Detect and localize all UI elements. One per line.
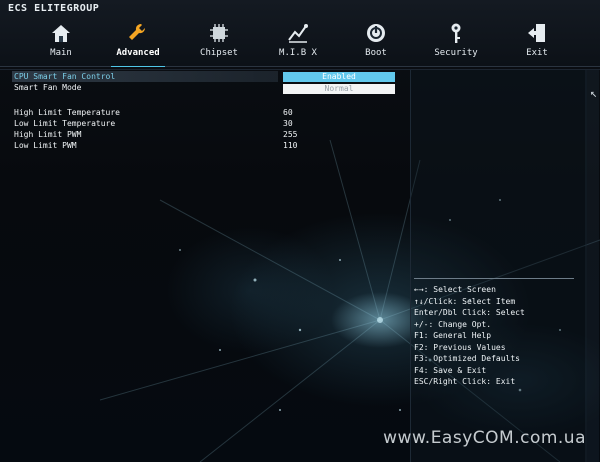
- help-line: +/-: Change Opt.: [414, 319, 492, 329]
- low-limit-pwm-value[interactable]: 110: [283, 141, 297, 151]
- low-limit-temperature-value[interactable]: 30: [283, 119, 293, 129]
- graph-icon: [288, 24, 308, 43]
- cpu-smart-fan-control-value[interactable]: Enabled: [283, 72, 395, 82]
- help-line: ←→: Select Screen: [414, 285, 496, 294]
- help-line: F1: General Help: [414, 331, 492, 340]
- cpu-smart-fan-control-label[interactable]: CPU Smart Fan Control: [14, 72, 115, 82]
- help-panel: [410, 70, 587, 462]
- high-limit-pwm-label[interactable]: High Limit PWM: [14, 130, 81, 140]
- home-icon: [52, 25, 70, 42]
- exit-icon: [528, 24, 545, 42]
- cursor-arrow-icon: ↖: [590, 86, 598, 100]
- high-limit-temperature-label[interactable]: High Limit Temperature: [14, 108, 120, 118]
- scrollbar[interactable]: [585, 70, 599, 462]
- tab-advanced-label: Advanced: [116, 48, 160, 58]
- wrench-icon: [129, 23, 146, 40]
- high-limit-temperature-value[interactable]: 60: [283, 108, 293, 118]
- tab-boot[interactable]: Boot: [341, 22, 411, 64]
- tab-main[interactable]: Main: [26, 22, 96, 64]
- help-line: F3: Optimized Defaults: [414, 354, 520, 363]
- chip-icon: [210, 24, 228, 42]
- tab-exit-label: Exit: [526, 48, 548, 58]
- top-navigation-bar: ECS ELITEGROUP Main Advanced Chipset M.I…: [0, 0, 600, 67]
- key-icon: [451, 23, 461, 43]
- tab-security-label: Security: [434, 48, 478, 58]
- tab-chipset-label: Chipset: [200, 48, 238, 58]
- power-icon: [367, 24, 385, 42]
- help-line: F4: Save & Exit: [414, 365, 487, 375]
- brand-logo: ECS ELITEGROUP: [8, 3, 100, 14]
- tab-security[interactable]: Security: [421, 22, 491, 64]
- tab-mib-x-label: M.I.B X: [279, 48, 317, 58]
- watermark: www.EasyCOM.com.ua: [383, 428, 586, 448]
- help-separator: [414, 278, 574, 279]
- tab-exit[interactable]: Exit: [502, 22, 572, 64]
- high-limit-pwm-value[interactable]: 255: [283, 130, 297, 140]
- tab-chipset[interactable]: Chipset: [184, 22, 254, 64]
- tab-mib-x[interactable]: M.I.B X: [263, 22, 333, 64]
- help-line: Enter/Dbl Click: Select: [414, 308, 525, 317]
- help-line: ↑↓/Click: Select Item: [414, 296, 516, 306]
- smart-fan-mode-value[interactable]: Normal: [283, 84, 395, 94]
- low-limit-pwm-label[interactable]: Low Limit PWM: [14, 141, 77, 151]
- help-line: ESC/Right Click: Exit: [414, 377, 516, 386]
- tab-main-label: Main: [50, 48, 72, 58]
- low-limit-temperature-label[interactable]: Low Limit Temperature: [14, 119, 115, 129]
- help-line: F2: Previous Values: [414, 342, 506, 352]
- tab-boot-label: Boot: [365, 48, 387, 58]
- tab-advanced[interactable]: Advanced: [103, 22, 173, 67]
- smart-fan-mode-label[interactable]: Smart Fan Mode: [14, 83, 81, 93]
